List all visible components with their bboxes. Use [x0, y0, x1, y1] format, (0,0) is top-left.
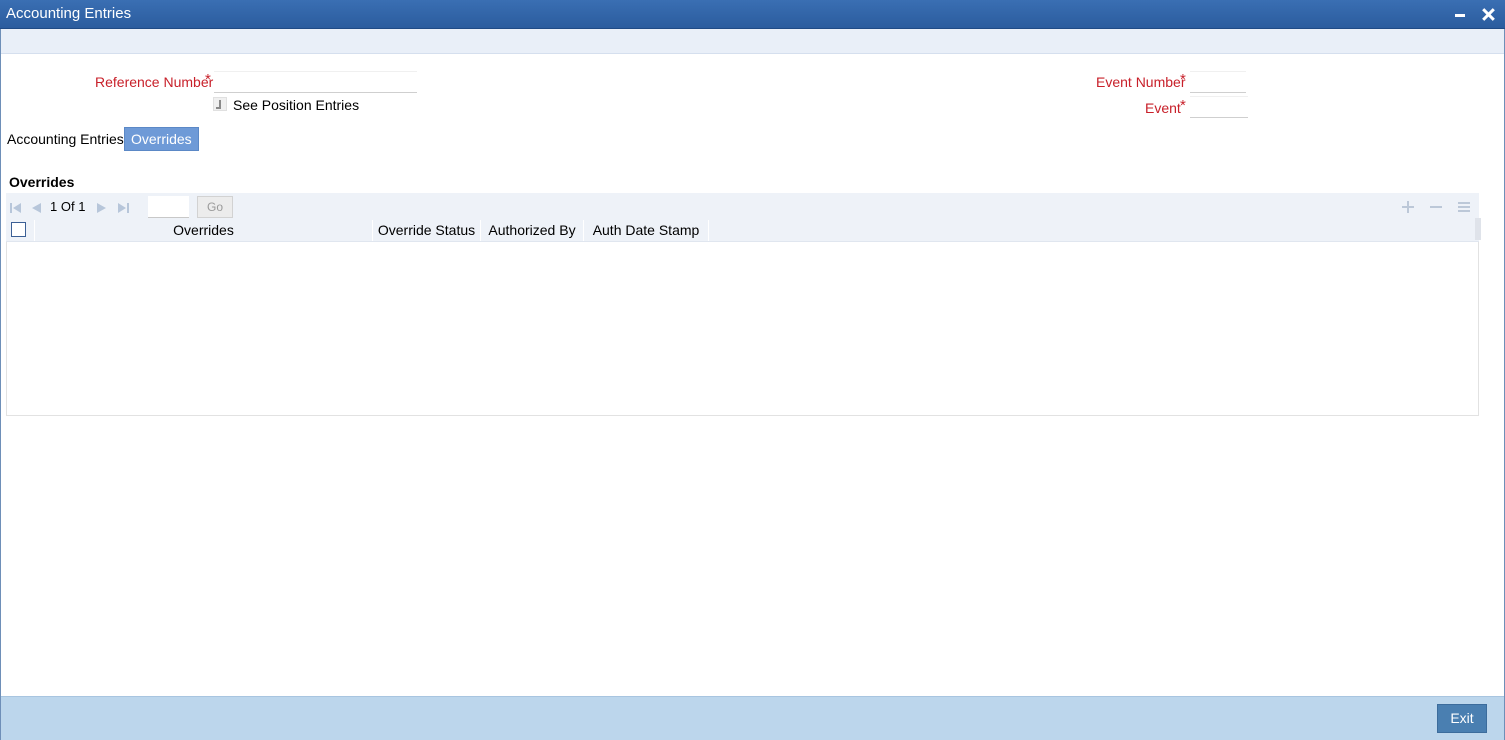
title-bar: Accounting Entries [0, 0, 1505, 29]
column-header-auth-date-stamp[interactable]: Auth Date Stamp [584, 220, 709, 241]
event-label: Event [1145, 100, 1181, 116]
event-number-required-marker: * [1180, 71, 1186, 88]
reference-number-label: Reference Number [95, 74, 214, 90]
last-page-icon[interactable] [118, 202, 130, 214]
grid-header-scroll-edge [1475, 218, 1481, 240]
column-header-authorized-by[interactable]: Authorized By [481, 220, 584, 241]
of-label: Of [60, 199, 75, 214]
exit-button[interactable]: Exit [1437, 704, 1487, 733]
reference-number-required-marker: * [205, 71, 211, 88]
column-header-override-status[interactable]: Override Status [373, 220, 481, 241]
event-number-label: Event Number [1096, 74, 1186, 90]
reference-number-input[interactable] [214, 71, 417, 93]
select-all-checkbox[interactable] [11, 222, 26, 237]
next-page-icon[interactable] [96, 202, 108, 214]
column-header-overrides[interactable]: Overrides [35, 220, 373, 241]
single-view-icon[interactable] [1457, 200, 1471, 214]
minimize-icon[interactable] [1451, 4, 1469, 24]
add-row-icon[interactable] [1401, 200, 1415, 214]
previous-page-icon[interactable] [32, 202, 44, 214]
toolbar-strip [1, 29, 1504, 54]
delete-row-icon[interactable] [1429, 200, 1443, 214]
first-page-icon[interactable] [10, 202, 22, 214]
total-pages: 1 [78, 199, 86, 214]
see-position-entries-label: See Position Entries [233, 97, 360, 113]
footer-bar [1, 696, 1504, 740]
tab-overrides[interactable]: Overrides [124, 127, 199, 151]
see-position-entries-checkbox[interactable] [213, 97, 227, 111]
page-number-input[interactable] [148, 196, 189, 218]
overrides-section-title: Overrides [9, 174, 75, 190]
event-number-input[interactable] [1190, 71, 1246, 93]
close-icon[interactable] [1480, 4, 1498, 24]
current-page: 1 [50, 199, 58, 214]
page-indicator: 1 Of 1 [50, 199, 85, 214]
go-button[interactable]: Go [197, 196, 233, 218]
event-required-marker: * [1180, 97, 1186, 114]
event-input[interactable] [1190, 96, 1248, 118]
tab-accounting-entries[interactable]: Accounting Entries [1, 127, 130, 151]
window-title: Accounting Entries [6, 5, 132, 22]
